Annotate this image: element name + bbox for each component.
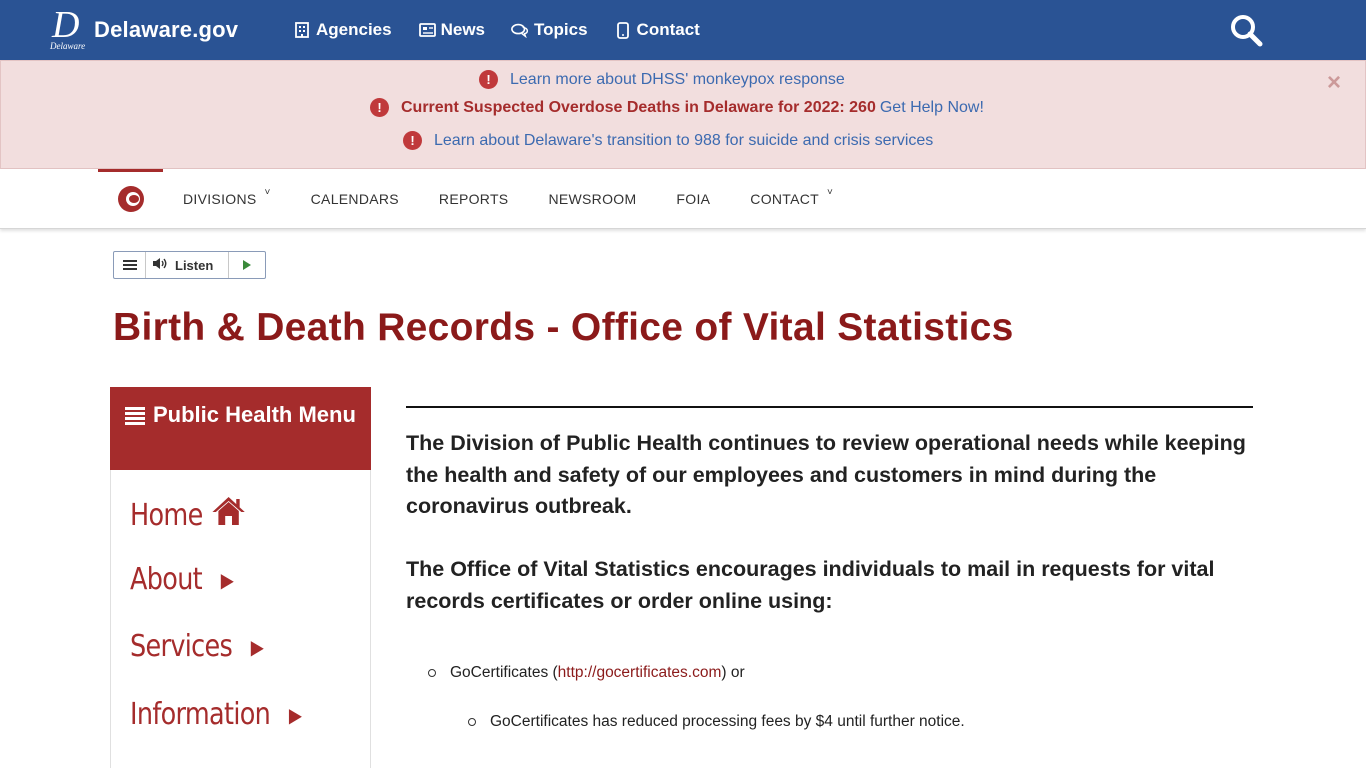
content-divider — [406, 406, 1253, 408]
alert-overdose: ! Current Suspected Overdose Deaths in D… — [370, 98, 984, 117]
side-menu-about[interactable]: About ▶ — [130, 562, 234, 597]
nav-topics[interactable]: Topics — [511, 20, 588, 40]
exclamation-icon: ! — [370, 98, 389, 117]
exclamation-icon: ! — [479, 70, 498, 89]
nav-agencies[interactable]: Agencies — [293, 20, 392, 40]
list-icon — [125, 405, 145, 427]
building-icon — [293, 21, 311, 39]
dph-home-link[interactable] — [98, 169, 163, 229]
page-title: Birth & Death Records - Office of Vital … — [113, 306, 1014, 349]
side-menu-services[interactable]: Services ▶ — [130, 629, 264, 664]
alert-link[interactable]: Learn more about DHSS' monkeypox respons… — [510, 71, 845, 89]
delaware-logo[interactable]: D Delaware Delaware.gov — [48, 4, 248, 52]
play-icon[interactable] — [229, 252, 265, 278]
divnav-foia[interactable]: FOIA — [676, 191, 710, 207]
home-icon — [211, 495, 247, 535]
alert-988: ! Learn about Delaware's transition to 9… — [403, 131, 933, 150]
phone-icon — [614, 21, 632, 39]
listen-button[interactable]: Listen — [146, 252, 229, 278]
side-menu-home[interactable]: Home — [130, 495, 247, 535]
chevron-down-icon: ˅ — [827, 187, 834, 198]
covid-notice: The Division of Public Health continues … — [406, 431, 1246, 518]
exclamation-icon: ! — [403, 131, 422, 150]
listen-widget: Listen — [113, 251, 266, 279]
nav-contact[interactable]: Contact — [614, 20, 700, 40]
side-menu: Public Health Menu Home About ▶ Services… — [110, 387, 371, 768]
caret-right-icon: ▶ — [250, 634, 264, 659]
alert-monkeypox: ! Learn more about DHSS' monkeypox respo… — [479, 70, 845, 89]
site-header: D Delaware Delaware.gov Agencies News To… — [0, 0, 1366, 60]
close-icon[interactable]: × — [1327, 69, 1341, 97]
divnav-contact[interactable]: CONTACT ˅ — [750, 187, 833, 207]
list-item: GoCertificates has reduced processing fe… — [468, 713, 965, 731]
side-menu-header[interactable]: Public Health Menu — [110, 387, 371, 470]
speaker-icon — [152, 257, 168, 273]
logo-text: Delaware.gov — [94, 17, 239, 42]
divnav-reports[interactable]: REPORTS — [439, 191, 509, 207]
mail-in-notice: The Office of Vital Statistics encourage… — [406, 557, 1215, 613]
listen-menu-icon[interactable] — [114, 252, 146, 278]
delaware-seal-icon: D Delaware — [50, 4, 86, 51]
nav-news[interactable]: News — [418, 20, 485, 40]
bullet-icon — [468, 718, 476, 726]
divnav-calendars[interactable]: CALENDARS — [311, 191, 399, 207]
search-icon[interactable] — [1228, 12, 1264, 48]
dph-logo-icon — [118, 186, 144, 212]
comments-icon — [511, 21, 529, 39]
alert-overdose-text: Current Suspected Overdose Deaths in Del… — [401, 98, 876, 116]
caret-right-icon: ▶ — [288, 702, 302, 727]
alert-banner: ! Learn more about DHSS' monkeypox respo… — [0, 60, 1366, 169]
newspaper-icon — [418, 21, 436, 39]
divnav-divisions[interactable]: DIVISIONS ˅ — [183, 187, 271, 207]
divnav-newsroom[interactable]: NEWSROOM — [548, 191, 636, 207]
alert-link[interactable]: Learn about Delaware's transition to 988… — [434, 132, 933, 150]
top-nav: Agencies News Topics Contact — [293, 0, 726, 60]
caret-right-icon: ▶ — [220, 567, 234, 592]
bullet-icon — [428, 669, 436, 677]
alert-link[interactable]: Get Help Now! — [880, 99, 984, 117]
list-item: GoCertificates (http://gocertificates.co… — [428, 664, 745, 682]
chevron-down-icon: ˅ — [264, 187, 271, 198]
gocertificates-link[interactable]: http://gocertificates.com — [558, 664, 722, 682]
side-menu-information[interactable]: Information ▶ — [130, 697, 302, 732]
division-nav: DIVISIONS ˅ CALENDARS REPORTS NEWSROOM F… — [0, 169, 1366, 229]
